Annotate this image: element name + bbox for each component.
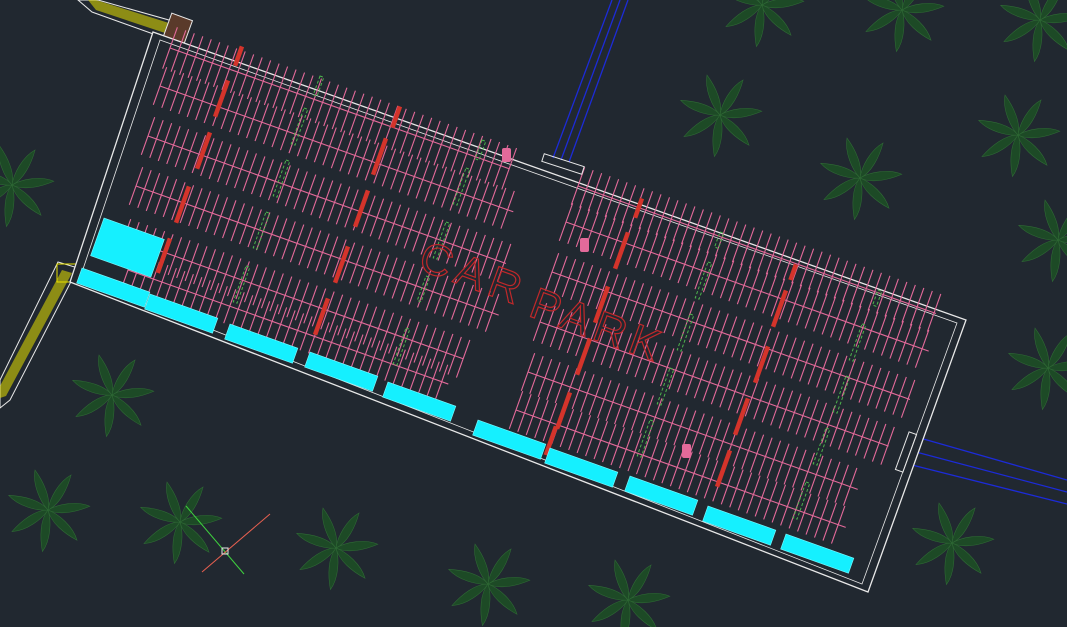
cad-drawing-canvas[interactable]: CAR PARK: [0, 0, 1067, 627]
accessible-symbol: [682, 444, 691, 458]
accessible-symbol: [502, 148, 511, 162]
accessible-symbol: [580, 238, 589, 252]
